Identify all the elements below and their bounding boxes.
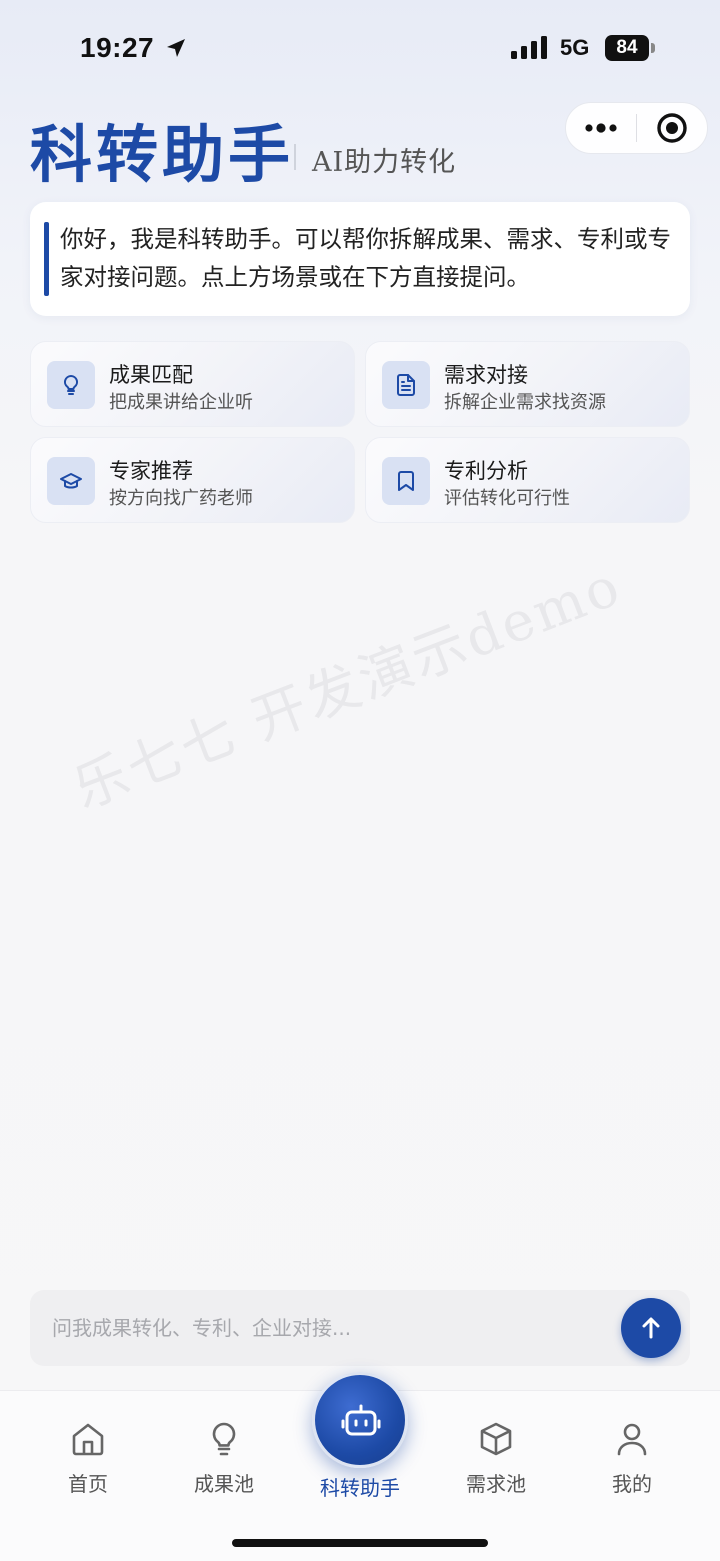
scene-icon-box: [382, 457, 430, 505]
scene-card-achievement-match[interactable]: 成果匹配 把成果讲给企业听: [30, 341, 355, 427]
document-icon: [397, 374, 415, 396]
tab-assistant[interactable]: [312, 1372, 408, 1468]
arrow-up-icon: [642, 1317, 660, 1339]
capsule-divider: [636, 114, 637, 142]
scene-desc: 把成果讲给企业听: [109, 392, 253, 413]
close-target-icon[interactable]: [655, 111, 689, 145]
scene-icon-box: [47, 457, 95, 505]
scene-desc: 拆解企业需求找资源: [444, 392, 606, 413]
user-icon: [617, 1423, 647, 1456]
tab-home[interactable]: 首页: [38, 1420, 138, 1500]
scene-desc: 评估转化可行性: [444, 488, 570, 509]
tab-profile[interactable]: 我的: [582, 1420, 682, 1500]
tab-demands[interactable]: 需求池: [446, 1420, 546, 1500]
intro-text: 你好，我是科转助手。可以帮你拆解成果、需求、专利或专家对接问题。点上方场景或在下…: [60, 225, 671, 291]
robot-icon: [341, 1404, 381, 1436]
more-icon[interactable]: [583, 114, 619, 142]
scene-title: 需求对接: [444, 363, 528, 387]
title-divider: [294, 144, 296, 170]
scene-card-demand-match[interactable]: 需求对接 拆解企业需求找资源: [365, 341, 690, 427]
battery-cap: [651, 43, 655, 53]
scene-card-expert-recommend[interactable]: 专家推荐 按方向找广药老师: [30, 437, 355, 523]
scene-desc: 按方向找广药老师: [109, 488, 253, 509]
scene-card-patent-analysis[interactable]: 专利分析 评估转化可行性: [365, 437, 690, 523]
tab-label: 我的: [612, 1472, 652, 1496]
status-bar: 19:27 5G 84: [0, 0, 720, 96]
page-subtitle: AI助力转化: [312, 147, 457, 178]
send-button[interactable]: [621, 1298, 681, 1358]
scene-title: 专家推荐: [109, 459, 193, 483]
bookmark-icon: [398, 471, 414, 491]
home-icon: [72, 1423, 104, 1456]
chat-input[interactable]: [52, 1308, 602, 1348]
battery-indicator: 84: [605, 35, 649, 61]
scene-icon-box: [382, 361, 430, 409]
tab-label: 首页: [68, 1472, 108, 1496]
scene-title: 成果匹配: [109, 363, 193, 387]
network-type: 5G: [560, 35, 590, 60]
home-indicator: [232, 1539, 488, 1547]
tab-label: 成果池: [194, 1472, 254, 1496]
scene-title: 专利分析: [444, 459, 528, 483]
watermark-text: 乐七七 开发演示demo: [64, 553, 631, 821]
scene-icon-box: [47, 361, 95, 409]
location-arrow-icon: [167, 39, 185, 57]
page-title: 科转助手: [30, 118, 295, 191]
lightbulb-icon: [212, 1422, 236, 1456]
intro-accent-bar: [44, 222, 49, 296]
status-time: 19:27: [80, 32, 155, 63]
tab-achievements[interactable]: 成果池: [174, 1420, 274, 1500]
tab-label: 需求池: [466, 1472, 526, 1496]
lightbulb-icon: [64, 375, 78, 395]
graduation-cap-icon: [60, 473, 82, 489]
cellular-signal-icon: [511, 36, 547, 59]
tab-label-active: 科转助手: [320, 1476, 400, 1500]
box-icon: [480, 1422, 512, 1456]
